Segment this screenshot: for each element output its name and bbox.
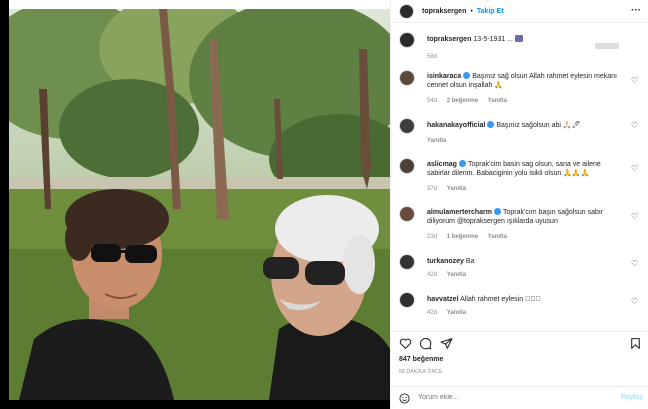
- comment-text: isinkaraca Başınız sağ olsun Allah rahmet…: [427, 72, 619, 90]
- caption-username[interactable]: topraksergen: [427, 36, 471, 43]
- like-comment-icon[interactable]: ♡: [631, 76, 638, 85]
- like-comment-icon[interactable]: ♡: [631, 212, 638, 221]
- avatar[interactable]: [399, 292, 415, 308]
- verified-icon: [493, 208, 501, 215]
- reply-button[interactable]: Yanıtla: [447, 310, 466, 316]
- comment-text: almulamertercharm Toprak'cım başın sağols…: [427, 208, 619, 226]
- comment-row: almulamertercharm Toprak'cım başın sağols…: [399, 206, 641, 246]
- like-comment-icon[interactable]: ♡: [631, 164, 638, 173]
- reply-button[interactable]: Yanıtla: [447, 186, 466, 192]
- comment-meta: 37d Yanıtla: [427, 186, 466, 192]
- comment-row: turkanozey Ba 42d Yanıtla ♡: [399, 254, 641, 284]
- like-comment-icon[interactable]: ♡: [631, 297, 638, 306]
- smile-icon[interactable]: [399, 393, 410, 404]
- comment-age: 42d: [427, 272, 438, 278]
- caption-text: topraksergen 13-5-1931 ...: [427, 35, 619, 44]
- comment-username[interactable]: turkanozey: [427, 258, 464, 265]
- like-comment-icon[interactable]: ♡: [631, 121, 638, 130]
- comment-body: Ba: [465, 258, 475, 265]
- bottom-black-border: [0, 400, 390, 409]
- avatar[interactable]: [399, 3, 414, 19]
- post-timestamp: 58 DAKİKA ÖNCE: [399, 369, 443, 375]
- verified-icon: [458, 160, 466, 167]
- comment-meta: Yanıtla: [427, 138, 446, 144]
- avatar[interactable]: [399, 32, 415, 48]
- comment-age: 42d: [427, 310, 438, 316]
- post-photo[interactable]: [9, 9, 390, 400]
- comment-row: isinkaraca Başınız sağ olsun Allah rahmet…: [399, 70, 641, 108]
- comment-age: 23d: [427, 234, 438, 240]
- comment-meta: 42d Yanıtla: [427, 272, 466, 278]
- comment-age: 54d: [427, 98, 438, 104]
- comment-likes-link[interactable]: 2 beğenme: [447, 98, 478, 104]
- comment-body: Başınız sağolsun abi 🙏🏻🖊: [496, 122, 581, 129]
- post-actions: [391, 331, 648, 353]
- avatar[interactable]: [399, 158, 415, 174]
- reply-button[interactable]: Yanıtla: [488, 98, 507, 104]
- caption-age: 58d: [427, 54, 438, 60]
- reply-button[interactable]: Yanıtla: [447, 272, 466, 278]
- left-black-border: [0, 0, 9, 409]
- verified-icon: [487, 121, 495, 128]
- post-side-panel: topraksergen • Takip Et ··· topraksergen…: [390, 0, 648, 409]
- comment-row: hakanakayofficial Başınız sağolsun abi 🙏🏻…: [399, 118, 641, 148]
- comment-meta: 23d 1 beğenme Yanıtla: [427, 234, 507, 240]
- sticker-icon: [515, 35, 524, 42]
- avatar[interactable]: [399, 206, 415, 222]
- caption-hidden-text: [595, 43, 619, 49]
- comment-username[interactable]: aslicmag: [427, 161, 457, 168]
- comment-username[interactable]: almulamertercharm: [427, 209, 492, 216]
- comment-input[interactable]: [418, 394, 598, 401]
- photo-illustration: [9, 9, 390, 400]
- add-comment-bar: Paylaş: [391, 386, 648, 409]
- reply-button[interactable]: Yanıtla: [427, 138, 446, 144]
- comment-list[interactable]: topraksergen 13-5-1931 ... 58d isinkarac…: [391, 24, 648, 330]
- likes-count[interactable]: 847 beğenme: [399, 356, 443, 363]
- comment-username[interactable]: hakanakayofficial: [427, 122, 485, 129]
- bookmark-icon[interactable]: [629, 337, 642, 350]
- comment-icon[interactable]: [419, 337, 432, 350]
- heart-icon[interactable]: [399, 337, 412, 350]
- separator-dot: •: [470, 7, 473, 15]
- more-icon[interactable]: ···: [631, 5, 641, 16]
- comment-username[interactable]: isinkaraca: [427, 73, 461, 80]
- avatar[interactable]: [399, 70, 415, 86]
- comment-body: Allah rahmet eylesin ❋🏻🏻: [460, 296, 541, 303]
- comment-row: havvatzel Allah rahmet eylesin ❋🏻🏻 42d Y…: [399, 292, 641, 322]
- follow-button[interactable]: Takip Et: [477, 8, 504, 15]
- comment-meta: 42d Yanıtla: [427, 310, 466, 316]
- comment-username[interactable]: havvatzel: [427, 296, 459, 303]
- comment-text: turkanozey Ba: [427, 257, 619, 266]
- post-header: topraksergen • Takip Et ···: [391, 0, 648, 23]
- caption-row: topraksergen 13-5-1931 ... 58d: [399, 32, 641, 62]
- caption-body: 13-5-1931 ...: [473, 36, 514, 43]
- comment-meta: 54d 2 beğenme Yanıtla: [427, 98, 507, 104]
- comment-age: 37d: [427, 186, 438, 192]
- post-comment-button[interactable]: Paylaş: [621, 394, 643, 401]
- comment-text: hakanakayofficial Başınız sağolsun abi 🙏🏻…: [427, 121, 619, 130]
- author-username[interactable]: topraksergen: [422, 8, 466, 15]
- avatar[interactable]: [399, 254, 415, 270]
- avatar[interactable]: [399, 118, 415, 134]
- like-comment-icon[interactable]: ♡: [631, 259, 638, 268]
- share-icon[interactable]: [440, 337, 453, 350]
- comment-text: aslicmag Toprak'cim basin sag olsun, sana…: [427, 160, 619, 178]
- verified-icon: [463, 72, 471, 79]
- reply-button[interactable]: Yanıtla: [488, 234, 507, 240]
- comment-text: havvatzel Allah rahmet eylesin ❋🏻🏻: [427, 295, 619, 304]
- comment-likes-link[interactable]: 1 beğenme: [447, 234, 478, 240]
- comment-row: aslicmag Toprak'cim basin sag olsun, sana…: [399, 158, 641, 198]
